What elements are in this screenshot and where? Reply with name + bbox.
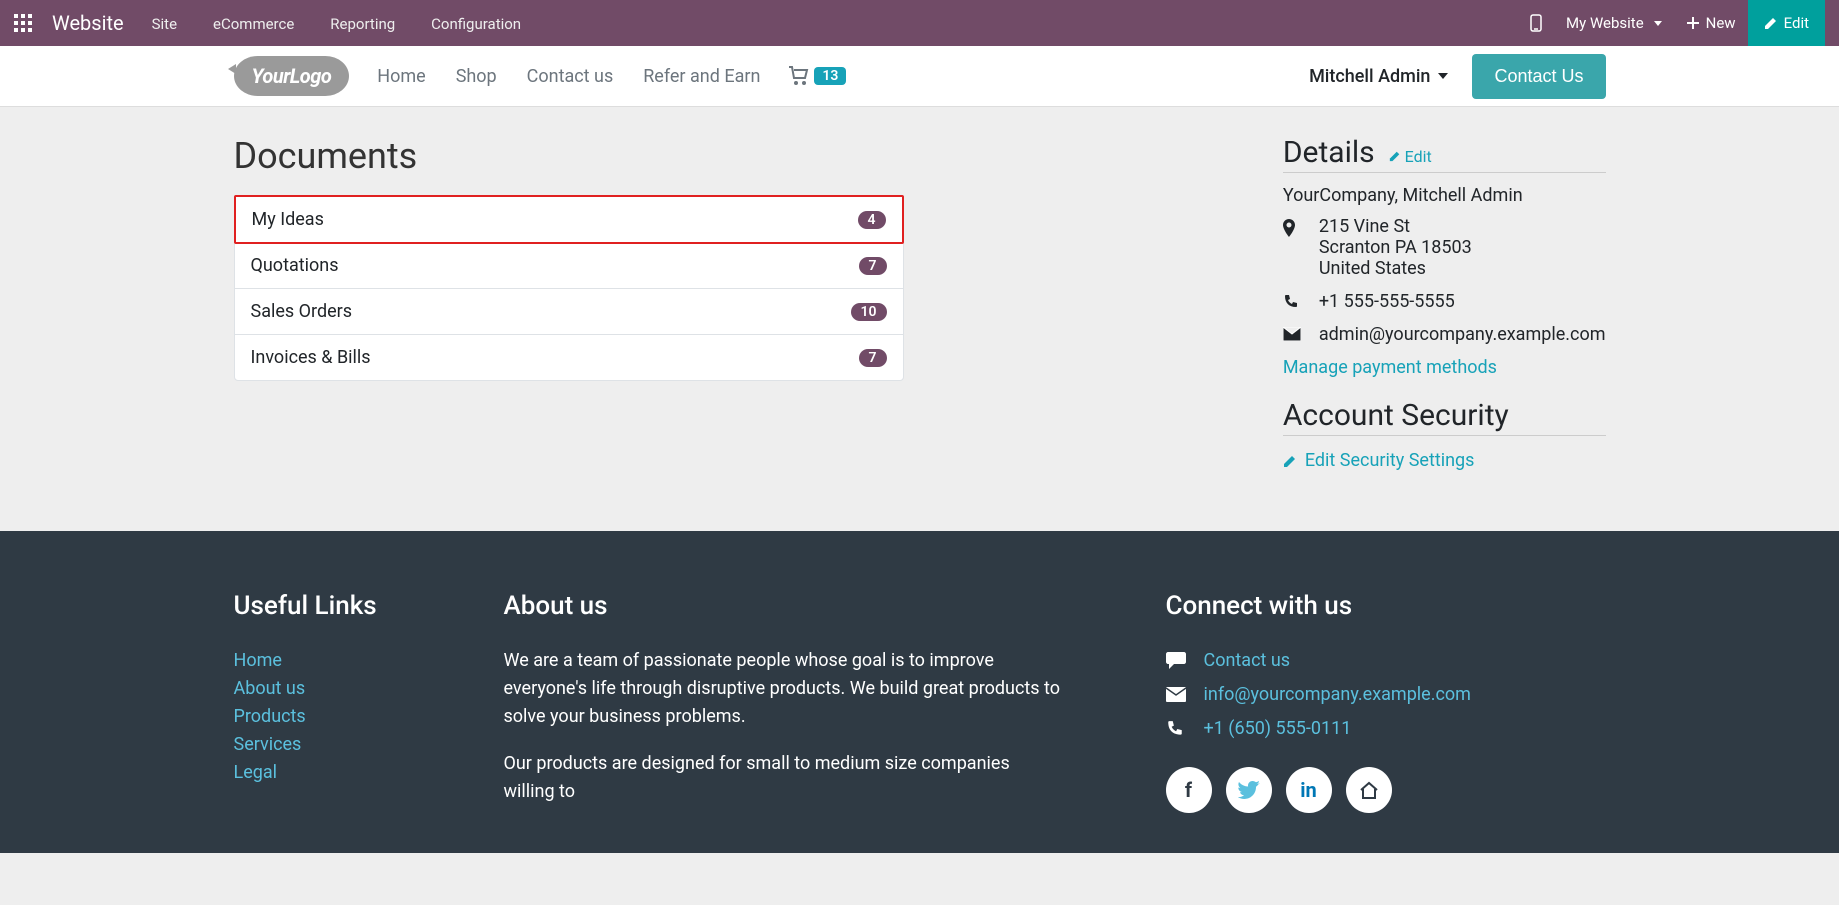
site-footer: Useful Links Home About us Products Serv… (0, 531, 1839, 853)
doc-item-my-ideas[interactable]: My Ideas 4 (234, 195, 904, 244)
phone-icon (1283, 291, 1301, 310)
about-text-2: Our products are designed for small to m… (504, 750, 1064, 806)
nav-home[interactable]: Home (377, 66, 425, 87)
doc-item-label: Quotations (251, 255, 339, 276)
doc-item-count: 7 (859, 257, 887, 275)
page-content: Documents My Ideas 4 Quotations 7 Sales … (230, 107, 1610, 531)
email-value: admin@yourcompany.example.com (1319, 324, 1606, 345)
mobile-icon (1530, 14, 1542, 32)
doc-item-invoices[interactable]: Invoices & Bills 7 (235, 335, 903, 380)
nav-shop[interactable]: Shop (456, 66, 497, 87)
social-icons-row: f in (1166, 767, 1606, 813)
doc-item-label: Invoices & Bills (251, 347, 371, 368)
apps-grid-icon[interactable] (14, 14, 32, 32)
home-icon[interactable] (1346, 767, 1392, 813)
user-name: Mitchell Admin (1309, 66, 1430, 87)
email-row: admin@yourcompany.example.com (1283, 324, 1606, 345)
footer-email-link[interactable]: info@yourcompany.example.com (1204, 681, 1471, 709)
pencil-icon (1283, 454, 1297, 468)
about-heading: About us (504, 591, 1064, 621)
documents-list: My Ideas 4 Quotations 7 Sales Orders 10 … (234, 195, 904, 381)
nav-refer[interactable]: Refer and Earn (643, 66, 760, 87)
useful-links-heading: Useful Links (234, 591, 464, 621)
footer-link-products[interactable]: Products (234, 703, 464, 731)
page-title: Documents (234, 135, 904, 177)
address-line2: Scranton PA 18503 (1319, 237, 1472, 258)
nav-contact[interactable]: Contact us (527, 66, 614, 87)
edit-security-link[interactable]: Edit Security Settings (1283, 450, 1606, 471)
new-button-label: New (1706, 14, 1736, 32)
user-dropdown[interactable]: Mitchell Admin (1309, 66, 1448, 87)
documents-panel: Documents My Ideas 4 Quotations 7 Sales … (234, 135, 904, 471)
logo[interactable]: YourLogo (234, 56, 350, 96)
envelope-icon (1166, 687, 1188, 702)
cart-icon (788, 66, 810, 86)
pencil-icon (1764, 16, 1778, 30)
caret-down-icon (1438, 73, 1448, 79)
linkedin-icon[interactable]: in (1286, 767, 1332, 813)
footer-link-home[interactable]: Home (234, 647, 464, 675)
doc-item-label: My Ideas (252, 209, 324, 230)
logo-text: YourLogo (252, 64, 332, 88)
address-line3: United States (1319, 258, 1472, 279)
edit-button-label: Edit (1784, 14, 1809, 32)
details-panel: Details Edit YourCompany, Mitchell Admin… (1283, 135, 1606, 471)
mobile-preview-button[interactable] (1518, 0, 1554, 46)
doc-item-quotations[interactable]: Quotations 7 (235, 243, 903, 289)
topbar-menu-ecommerce[interactable]: eCommerce (213, 15, 294, 33)
phone-icon (1166, 720, 1188, 738)
footer-link-services[interactable]: Services (234, 731, 464, 759)
connect-heading: Connect with us (1166, 591, 1606, 621)
phone-row: +1 555-555-5555 (1283, 291, 1606, 312)
doc-item-sales-orders[interactable]: Sales Orders 10 (235, 289, 903, 335)
address-row: 215 Vine St Scranton PA 18503 United Sta… (1283, 216, 1606, 279)
caret-down-icon (1654, 21, 1662, 26)
site-header: YourLogo Home Shop Contact us Refer and … (0, 46, 1839, 107)
doc-item-count: 4 (858, 211, 886, 229)
details-heading: Details (1283, 135, 1375, 170)
pencil-icon (1389, 150, 1401, 162)
edit-security-label: Edit Security Settings (1305, 450, 1475, 471)
doc-item-count: 7 (859, 349, 887, 367)
website-selector-label: My Website (1566, 14, 1644, 32)
speech-bubble-icon (1166, 652, 1188, 670)
topbar-menu-reporting[interactable]: Reporting (330, 15, 395, 33)
edit-button[interactable]: Edit (1748, 0, 1825, 46)
contact-us-button[interactable]: Contact Us (1472, 54, 1605, 99)
manage-payment-link[interactable]: Manage payment methods (1283, 357, 1497, 378)
new-button[interactable]: New (1674, 0, 1748, 46)
site-nav: Home Shop Contact us Refer and Earn (377, 66, 786, 87)
cart-count-badge: 13 (814, 67, 846, 85)
app-name[interactable]: Website (52, 11, 124, 35)
footer-contact-link[interactable]: Contact us (1204, 647, 1291, 675)
facebook-icon[interactable]: f (1166, 767, 1212, 813)
twitter-icon[interactable] (1226, 767, 1272, 813)
topbar-menu: Site eCommerce Reporting Configuration (152, 14, 553, 33)
footer-link-legal[interactable]: Legal (234, 759, 464, 787)
about-text-1: We are a team of passionate people whose… (504, 647, 1064, 731)
doc-item-count: 10 (851, 303, 887, 321)
details-edit-label: Edit (1405, 147, 1432, 166)
details-edit-link[interactable]: Edit (1389, 147, 1432, 166)
admin-topbar: Website Site eCommerce Reporting Configu… (0, 0, 1839, 46)
footer-useful-links: Useful Links Home About us Products Serv… (234, 591, 464, 813)
footer-about: About us We are a team of passionate peo… (504, 591, 1064, 813)
cart-button[interactable]: 13 (788, 66, 846, 86)
envelope-icon (1283, 324, 1301, 341)
account-security-heading: Account Security (1283, 398, 1509, 433)
plus-icon (1686, 16, 1700, 30)
topbar-menu-configuration[interactable]: Configuration (431, 15, 521, 33)
address-line1: 215 Vine St (1319, 216, 1472, 237)
company-user-line: YourCompany, Mitchell Admin (1283, 185, 1606, 206)
map-marker-icon (1283, 216, 1301, 237)
doc-item-label: Sales Orders (251, 301, 353, 322)
footer-phone-link[interactable]: +1 (650) 555-0111 (1204, 715, 1352, 743)
footer-connect: Connect with us Contact us info@yourcomp… (1166, 591, 1606, 813)
topbar-menu-site[interactable]: Site (152, 15, 177, 33)
footer-link-about[interactable]: About us (234, 675, 464, 703)
website-selector[interactable]: My Website (1554, 0, 1674, 46)
phone-value: +1 555-555-5555 (1319, 291, 1455, 312)
